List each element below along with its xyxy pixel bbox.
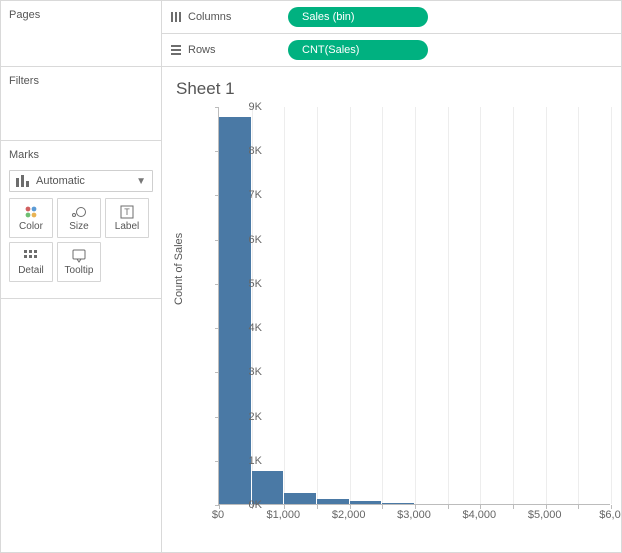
- x-tick-label: $1,000: [267, 509, 301, 521]
- sidebar-spacer: [1, 299, 161, 552]
- y-tick-label: 2K: [226, 411, 262, 423]
- columns-icon: [170, 11, 182, 23]
- viz-area: Sheet 1 Count of Sales 0K 1K 2K 3K 4K 5K 6K 7K 8…: [162, 67, 621, 552]
- marks-title: Marks: [9, 147, 153, 165]
- y-tick-label: 4K: [226, 322, 262, 334]
- marks-row-2: Detail Tooltip: [9, 242, 153, 282]
- marks-type-label: Automatic: [36, 175, 130, 187]
- size-icon: [71, 205, 87, 219]
- y-tick-label: 7K: [226, 189, 262, 201]
- x-tick-label: $5,000: [528, 509, 562, 521]
- columns-pill[interactable]: Sales (bin): [288, 7, 428, 27]
- histogram-bar[interactable]: [350, 501, 382, 504]
- main-area: Columns Sales (bin) Rows CNT(Sales) Shee…: [162, 1, 621, 552]
- histogram-bar[interactable]: [382, 503, 414, 504]
- label-icon: T: [120, 205, 134, 219]
- y-tick-label: 5K: [226, 278, 262, 290]
- y-axis-title: Count of Sales: [173, 233, 185, 305]
- x-tick-label: $0: [212, 509, 224, 521]
- x-tick-label: $6,0: [599, 509, 620, 521]
- x-tick-label: $4,000: [463, 509, 497, 521]
- marks-card: Marks Automatic ▼ Color: [1, 141, 161, 299]
- y-tick-label: 6K: [226, 234, 262, 246]
- columns-shelf-label: Columns: [170, 11, 280, 23]
- x-tick-label: $3,000: [397, 509, 431, 521]
- svg-text:T: T: [124, 207, 130, 217]
- columns-shelf[interactable]: Columns Sales (bin): [162, 1, 621, 34]
- filters-card[interactable]: Filters: [1, 67, 161, 141]
- rows-shelf[interactable]: Rows CNT(Sales): [162, 34, 621, 67]
- mark-tooltip-label: Tooltip: [65, 265, 94, 276]
- mark-color-label: Color: [19, 221, 43, 232]
- mark-size-button[interactable]: Size: [57, 198, 101, 238]
- rows-pill[interactable]: CNT(Sales): [288, 40, 428, 60]
- marks-row-1: Color Size T Label: [9, 198, 153, 238]
- columns-text: Columns: [188, 11, 231, 23]
- y-tick-label: 0K: [226, 499, 262, 511]
- pages-title: Pages: [9, 7, 153, 25]
- rows-shelf-label: Rows: [170, 44, 280, 56]
- histogram-bar[interactable]: [219, 117, 251, 504]
- rows-text: Rows: [188, 44, 216, 56]
- mark-tooltip-button[interactable]: Tooltip: [57, 242, 101, 282]
- chart: Count of Sales 0K1K2K3K4K5K6K7K8K9K$0$1,…: [176, 105, 616, 545]
- app-root: Pages Filters Marks Automatic ▼ Color: [0, 0, 622, 553]
- left-sidebar: Pages Filters Marks Automatic ▼ Color: [1, 1, 162, 552]
- chevron-down-icon: ▼: [136, 176, 146, 187]
- sheet-title[interactable]: Sheet 1: [176, 79, 621, 99]
- mark-color-button[interactable]: Color: [9, 198, 53, 238]
- pages-card[interactable]: Pages: [1, 1, 161, 67]
- mark-label-button[interactable]: T Label: [105, 198, 149, 238]
- detail-icon: [24, 249, 38, 263]
- tooltip-icon: [72, 249, 86, 263]
- y-tick-label: 3K: [226, 366, 262, 378]
- y-tick-label: 8K: [226, 145, 262, 157]
- rows-icon: [170, 44, 182, 56]
- filters-title: Filters: [9, 73, 153, 91]
- mark-detail-label: Detail: [18, 265, 44, 276]
- plot-area[interactable]: [218, 107, 610, 505]
- y-tick-label: 1K: [226, 455, 262, 467]
- y-tick-label: 9K: [226, 101, 262, 113]
- mark-label-label: Label: [115, 221, 139, 232]
- marks-type-dropdown[interactable]: Automatic ▼: [9, 170, 153, 192]
- histogram-bar[interactable]: [317, 499, 349, 504]
- color-icon: [24, 205, 38, 219]
- x-tick-label: $2,000: [332, 509, 366, 521]
- histogram-bar[interactable]: [284, 493, 316, 504]
- mark-detail-button[interactable]: Detail: [9, 242, 53, 282]
- automatic-bar-icon: [16, 175, 30, 187]
- mark-size-label: Size: [69, 221, 88, 232]
